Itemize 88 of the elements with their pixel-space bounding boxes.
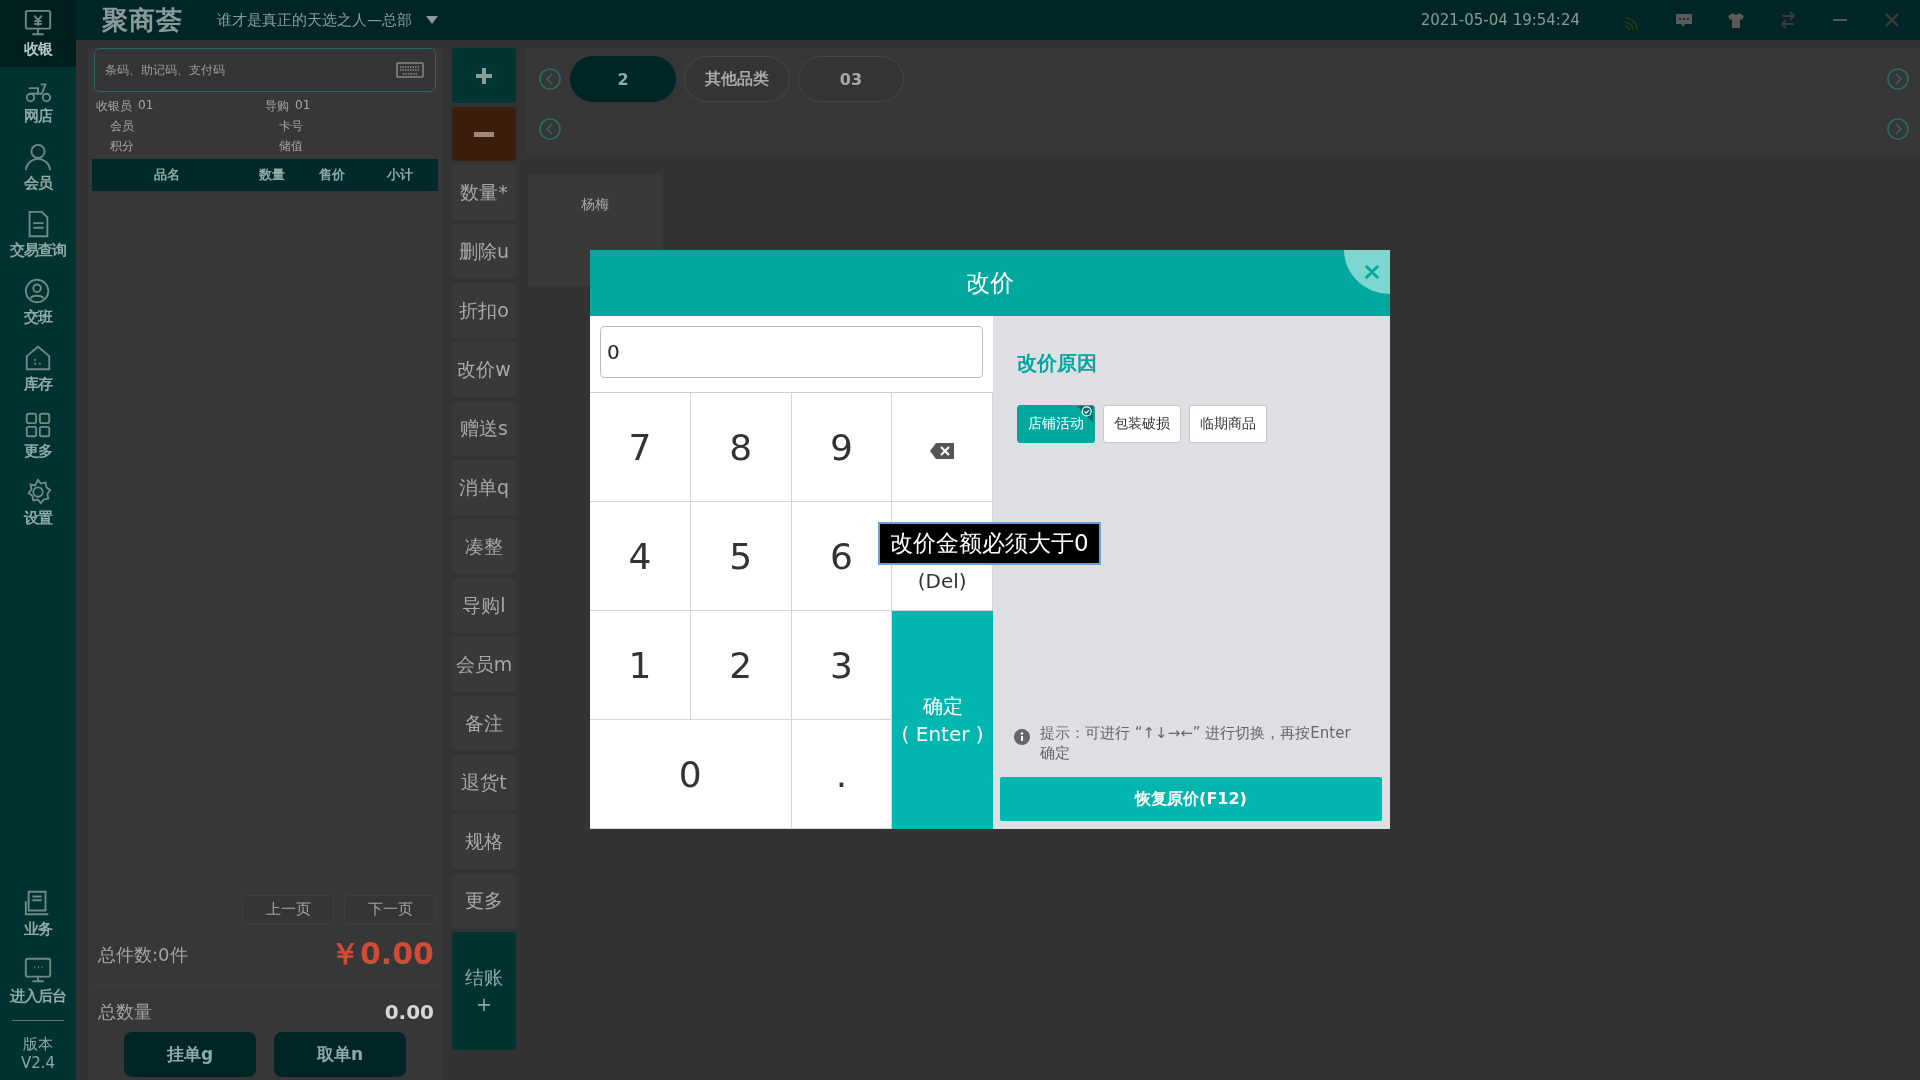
hint-text: 提示：可进行 “↑↓→←” 进行切换，再按Enter确定 [1040, 722, 1352, 763]
backspace-button[interactable] [892, 393, 993, 502]
keypad-key[interactable]: 8 [690, 393, 792, 502]
close-icon [1363, 263, 1381, 281]
store-name[interactable]: 谁才是真正的天选之人—总部 [217, 10, 412, 30]
action-button[interactable]: 导购l [452, 578, 516, 633]
action-button[interactable]: 改价w [452, 342, 516, 397]
column-header: 售价 [318, 166, 346, 184]
caret-icon[interactable] [426, 16, 438, 24]
info-label: 储值 [279, 138, 303, 155]
sidebar-item[interactable]: 设置 [0, 469, 76, 536]
sidebar-item[interactable]: 更多 [0, 402, 76, 469]
total-quantity: 0.00 [384, 1000, 434, 1024]
page-button[interactable]: 下一页 [344, 895, 436, 924]
info-value: 01 [138, 98, 154, 114]
keypad-key[interactable]: 9 [791, 393, 893, 502]
total-amount: ￥0.00 [329, 935, 434, 973]
order-button[interactable]: 取单n [274, 1032, 406, 1077]
keypad-key[interactable]: 4 [590, 502, 691, 611]
sidebar-item[interactable]: 进入后台 [0, 947, 76, 1014]
error-tooltip: 改价金额必须大于0 [878, 522, 1101, 565]
plus-button[interactable] [452, 48, 516, 103]
shirt-icon[interactable] [1726, 10, 1746, 30]
search-field[interactable]: 条码、助记码、支付码 [94, 48, 436, 92]
action-button[interactable]: 规格 [452, 814, 516, 869]
datetime: 2021-05-04 19:54:24 [1420, 11, 1580, 29]
keypad-key[interactable]: 5 [690, 502, 792, 611]
minus-button[interactable] [452, 107, 516, 161]
column-header: 小计 [386, 166, 414, 184]
keypad-key[interactable]: . [791, 720, 893, 829]
swap-icon[interactable] [1778, 10, 1798, 30]
info-label: 导购 [265, 98, 289, 115]
sidebar-item[interactable]: 交易查询 [0, 201, 76, 268]
category-tab[interactable]: 其他品类 [684, 56, 790, 102]
sidebar-item[interactable]: 收银 [0, 0, 76, 67]
action-button[interactable]: 会员m [452, 637, 516, 692]
backspace-icon [929, 441, 956, 460]
action-button[interactable]: 折扣o [452, 283, 516, 338]
dialog-title: 改价 [966, 268, 1014, 299]
info-label: 积分 [110, 138, 134, 155]
action-button[interactable]: 数量* [452, 165, 516, 220]
person-icon [23, 142, 53, 172]
monitor-icon [23, 8, 53, 38]
version-label: 版本 [22, 1035, 54, 1054]
action-button[interactable]: 赠送s [452, 401, 516, 456]
plus-icon [474, 65, 494, 86]
reason-chip[interactable]: 包装破损 [1103, 405, 1181, 443]
section-title: 改价原因 [1016, 350, 1098, 377]
info-icon [1014, 728, 1030, 745]
sidebar-item[interactable]: 业务 [0, 880, 76, 947]
column-header: 数量 [258, 166, 286, 184]
sidebar-item[interactable]: 会员 [0, 134, 76, 201]
info-label: 会员 [110, 118, 134, 135]
version-number: V2.4 [19, 1054, 57, 1072]
order-button[interactable]: 挂单g [124, 1032, 256, 1077]
keypad-key[interactable]: 0 [590, 720, 792, 829]
total-quantity-label: 总数量 [98, 1000, 152, 1024]
column-header: 品名 [153, 166, 181, 184]
category-tab[interactable]: 2 [570, 56, 676, 102]
info-label: 卡号 [279, 118, 303, 135]
reason-chip[interactable]: 店铺活动 [1017, 405, 1095, 443]
info-value: 01 [295, 98, 311, 114]
sidebar-item[interactable]: 网店 [0, 67, 76, 134]
total-items: 总件数:0件 [98, 942, 188, 967]
minus-icon [474, 131, 494, 137]
action-button[interactable]: 备注 [452, 696, 516, 751]
keypad-key[interactable]: 2 [690, 611, 792, 720]
info-label: 收银员 [96, 98, 132, 115]
brand-logo: 聚商荟 [102, 3, 183, 37]
keypad-key[interactable]: 3 [791, 611, 893, 720]
action-button[interactable]: 退货t [452, 755, 516, 810]
action-button[interactable]: 消单q [452, 460, 516, 515]
category-tab[interactable]: 03 [798, 56, 904, 102]
sidebar-item[interactable]: 库存 [0, 335, 76, 402]
action-button[interactable]: 凑整 [452, 519, 516, 574]
keypad-key[interactable]: 1 [590, 611, 691, 720]
reason-chip[interactable]: 临期商品 [1189, 405, 1267, 443]
action-button[interactable]: 更多 [452, 873, 516, 928]
sidebar-item[interactable]: 交班 [0, 268, 76, 335]
monitor-icon [23, 955, 53, 985]
checkout-button[interactable]: 结账 + [452, 932, 516, 1050]
page-button[interactable]: 上一页 [242, 895, 334, 924]
keypad-key[interactable]: 7 [590, 393, 691, 502]
grid-icon [23, 410, 53, 440]
action-button[interactable]: 删除u [452, 224, 516, 279]
keyboard-icon[interactable] [396, 62, 424, 78]
house-icon [23, 343, 53, 373]
price-input[interactable]: 0 [600, 326, 983, 378]
